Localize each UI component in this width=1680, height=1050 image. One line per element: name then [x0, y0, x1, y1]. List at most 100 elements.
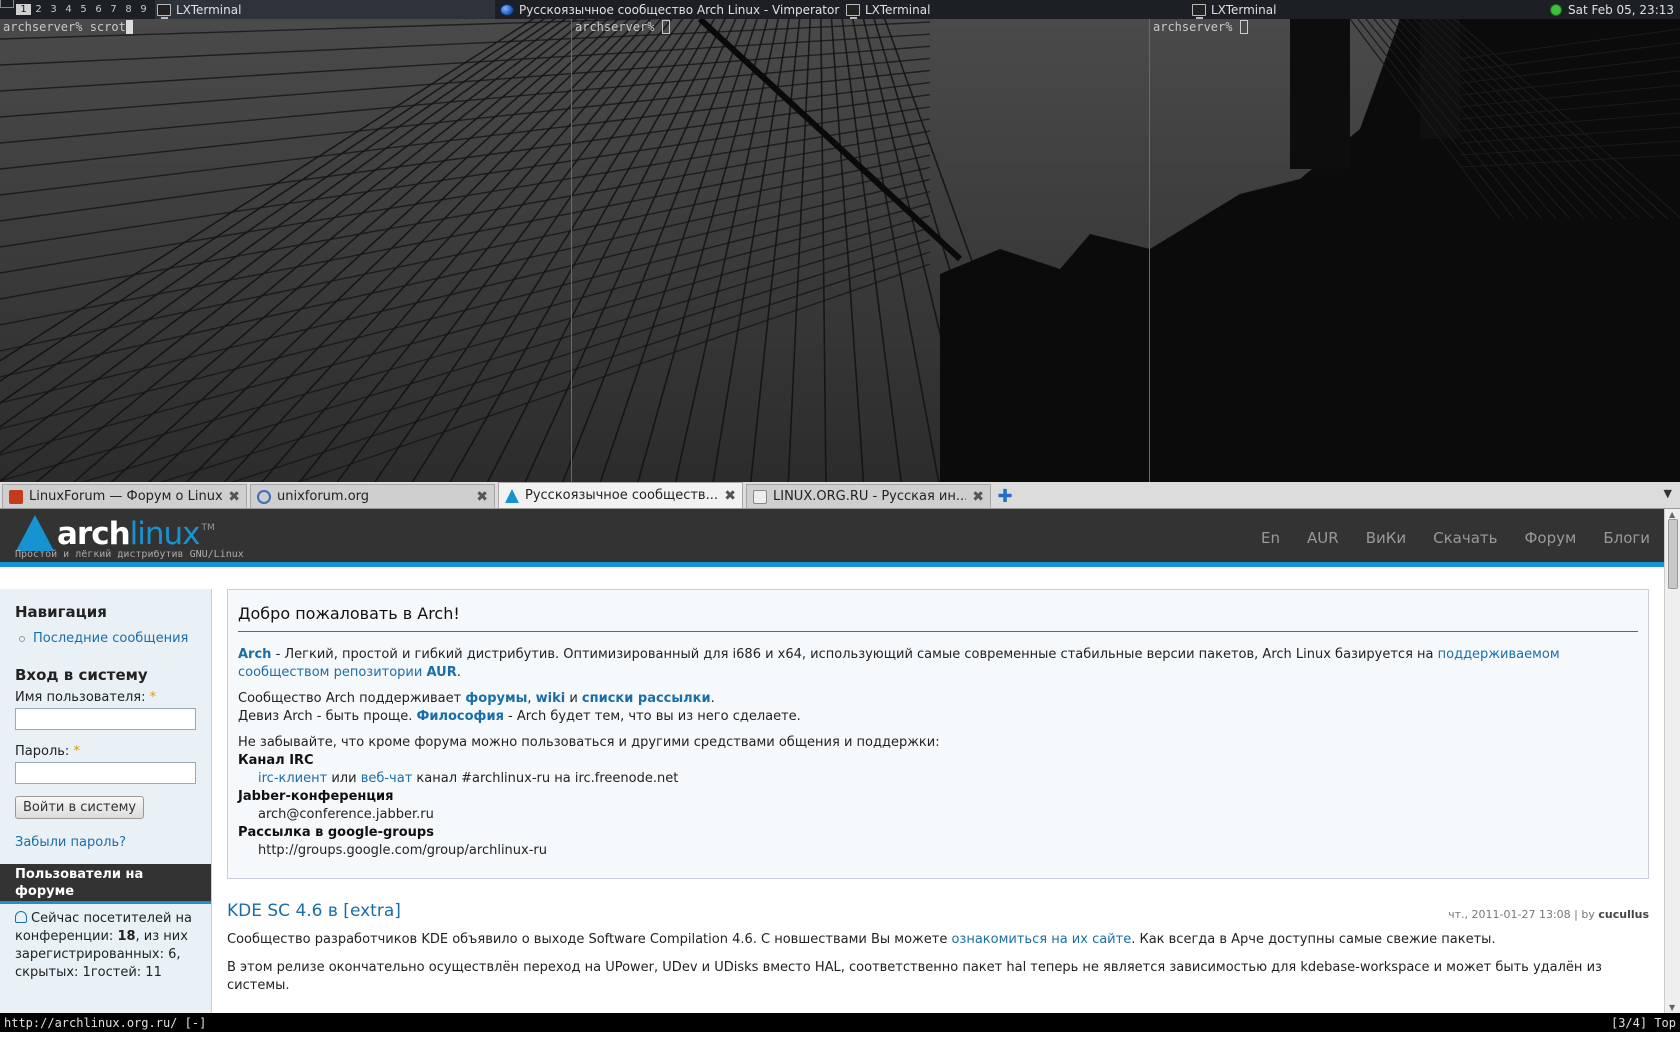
site-header: arch linux TM Простой и лёгкий дистрибутив…	[0, 509, 1664, 567]
login-title: Вход в систему	[15, 666, 148, 684]
p2-and: и	[565, 691, 582, 706]
workspace-9[interactable]: 9	[136, 4, 151, 15]
nav-aur[interactable]: AUR	[1307, 529, 1339, 547]
terminal-window-3[interactable]: archserver%	[1150, 19, 1680, 482]
logo-linux-text: linux	[129, 516, 201, 552]
username-label-text: Имя пользователя:	[15, 690, 146, 705]
users-online-text: Сейчас посетителей на конференции: 18, и…	[0, 904, 211, 982]
web-chat-link[interactable]: веб-чат	[361, 771, 413, 786]
scrollbar-thumb[interactable]	[1668, 519, 1678, 589]
scroll-up-icon[interactable]: ▲	[1669, 510, 1675, 519]
workspace-5[interactable]: 5	[76, 4, 91, 15]
p1-end: .	[456, 665, 461, 680]
tab-bar: LinuxForum — Форум о Linux ✖ unixforum.o…	[0, 482, 1680, 509]
irc-client-link[interactable]: irc-клиент	[258, 771, 327, 786]
username-field[interactable]	[15, 708, 196, 730]
workspace-7[interactable]: 7	[106, 4, 121, 15]
vimperator-command-line[interactable]	[0, 1032, 1680, 1050]
workspace-8[interactable]: 8	[121, 4, 136, 15]
terminal-icon	[1192, 3, 1206, 19]
terminal-cursor	[125, 20, 133, 34]
irc-rest: канал #archlinux-ru на irc.freenode.net	[412, 771, 679, 786]
news-item: KDE SC 4.6 в [extra] чт., 2011-01-27 13:…	[227, 901, 1649, 995]
news-author[interactable]: cucullus	[1598, 908, 1649, 921]
users-count: 18	[117, 929, 136, 944]
tab-unixforum[interactable]: unixforum.org ✖	[250, 484, 495, 508]
task-label: LXTerminal	[865, 2, 931, 17]
jabber-address: arch@conference.jabber.ru	[258, 807, 434, 822]
scroll-down-icon[interactable]: ▼	[1669, 1003, 1675, 1012]
forums-link[interactable]: форумы	[465, 691, 527, 706]
wiki-link[interactable]: wiki	[536, 691, 566, 706]
close-icon[interactable]: ✖	[972, 489, 984, 505]
password-field[interactable]	[15, 762, 196, 784]
p1-text: - Легкий, простой и гибкий дистрибутив. …	[271, 647, 1438, 662]
aur-link[interactable]: AUR	[426, 665, 456, 680]
top-panel: 1 2 3 4 5 6 7 8 9 LXTerminal Русскоязычн…	[0, 0, 1680, 19]
logo-tm: TM	[201, 523, 215, 533]
workspace-6[interactable]: 6	[91, 4, 106, 15]
workspace-switcher[interactable]: 1 2 3 4 5 6 7 8 9	[0, 0, 154, 19]
network-icon[interactable]	[1549, 3, 1562, 16]
wallpaper-area: archserver% scrot archserver% archserver…	[0, 19, 1680, 482]
arch-link[interactable]: Arch	[238, 647, 271, 662]
forgot-password-link[interactable]: Забыли пароль?	[15, 835, 197, 850]
close-icon[interactable]: ✖	[476, 489, 488, 505]
workspace-3[interactable]: 3	[46, 4, 61, 15]
nav-wiki[interactable]: ВиКи	[1366, 529, 1406, 547]
browser-window: LinuxForum — Форум о Linux ✖ unixforum.o…	[0, 482, 1680, 1050]
task-label: LXTerminal	[1211, 2, 1277, 17]
workspace-4[interactable]: 4	[61, 4, 76, 15]
taskbar-item-lxterminal-1[interactable]: LXTerminal	[155, 0, 495, 19]
nav-en[interactable]: En	[1261, 529, 1280, 547]
clock[interactable]: Sat Feb 05, 23:13	[1549, 0, 1674, 19]
page-scrollbar[interactable]: ▲ ▼	[1664, 509, 1680, 1013]
tab-label: LinuxForum — Форум о Linux	[29, 489, 223, 504]
terminal-window-2[interactable]: archserver%	[572, 19, 1149, 482]
site-tagline: Простой и лёгкий дистрибутив GNU/Linux	[15, 549, 244, 560]
sidebar: Навигация Последние сообщения Вход в сис…	[0, 589, 212, 1013]
workspace-preview	[0, 0, 14, 8]
taskbar-item-lxterminal-3[interactable]: LXTerminal	[1192, 0, 1532, 19]
login-button[interactable]: Войти в систему	[15, 796, 145, 819]
taskbar-item-vimperator[interactable]: Русскоязычное сообщество Arch Linux - Vi…	[500, 0, 840, 19]
philosophy-link[interactable]: Философия	[416, 709, 503, 724]
irc-title: Канал IRC	[238, 753, 314, 768]
tab-linux-org-ru[interactable]: LINUX.ORG.RU - Русская ин... ✖	[746, 484, 991, 508]
mailing-lists-link[interactable]: списки рассылки	[582, 691, 711, 706]
kde-site-link[interactable]: ознакомиться на их сайте	[951, 932, 1131, 947]
nav-blogs[interactable]: Блоги	[1603, 529, 1650, 547]
user-icon	[15, 911, 27, 923]
password-label-text: Пароль:	[15, 744, 70, 759]
password-label: Пароль: *	[15, 744, 197, 759]
tab-linuxforum[interactable]: LinuxForum — Форум о Linux ✖	[2, 484, 247, 508]
new-tab-button[interactable]: ✚	[994, 484, 1016, 508]
tab-label: unixforum.org	[277, 489, 370, 504]
welcome-title: Добро пожаловать в Arch!	[238, 604, 1638, 632]
navigation-title: Навигация	[15, 603, 107, 621]
nav-download[interactable]: Скачать	[1433, 529, 1497, 547]
taskbar-item-lxterminal-2[interactable]: LXTerminal	[846, 0, 1186, 19]
recent-posts-link[interactable]: Последние сообщения	[19, 631, 197, 646]
close-icon[interactable]: ✖	[724, 488, 736, 504]
tab-list-dropdown[interactable]: ▼	[1664, 487, 1672, 500]
terminal-icon	[846, 3, 860, 19]
groups-url: http://groups.google.com/group/archlinux…	[258, 843, 548, 858]
web-page: arch linux TM Простой и лёгкий дистрибутив…	[0, 509, 1664, 1013]
login-block: Вход в систему Имя пользователя: * Парол…	[0, 646, 211, 850]
workspace-2[interactable]: 2	[31, 4, 46, 15]
tab-label: Русскоязычное сообществ...	[525, 488, 718, 503]
tab-archlinux-ru[interactable]: Русскоязычное сообществ... ✖	[498, 482, 743, 508]
archlinux-logo[interactable]: arch linux TM	[16, 515, 215, 551]
task-label: LXTerminal	[176, 2, 242, 17]
main-nav: En AUR ВиКи Скачать Форум Блоги	[1261, 529, 1650, 547]
news-title-link[interactable]: KDE SC 4.6 в [extra]	[227, 901, 401, 921]
nav-forum[interactable]: Форум	[1525, 529, 1577, 547]
close-icon[interactable]: ✖	[228, 489, 240, 505]
status-url: http://archlinux.org.ru/ [-]	[4, 1015, 207, 1030]
logo-arch-text: arch	[57, 516, 131, 552]
terminal-prompt: archserver%	[1153, 20, 1233, 34]
workspace-1[interactable]: 1	[16, 4, 31, 15]
terminal-window-1[interactable]: archserver% scrot	[0, 19, 571, 482]
terminal-prompt: archserver%	[575, 20, 655, 34]
